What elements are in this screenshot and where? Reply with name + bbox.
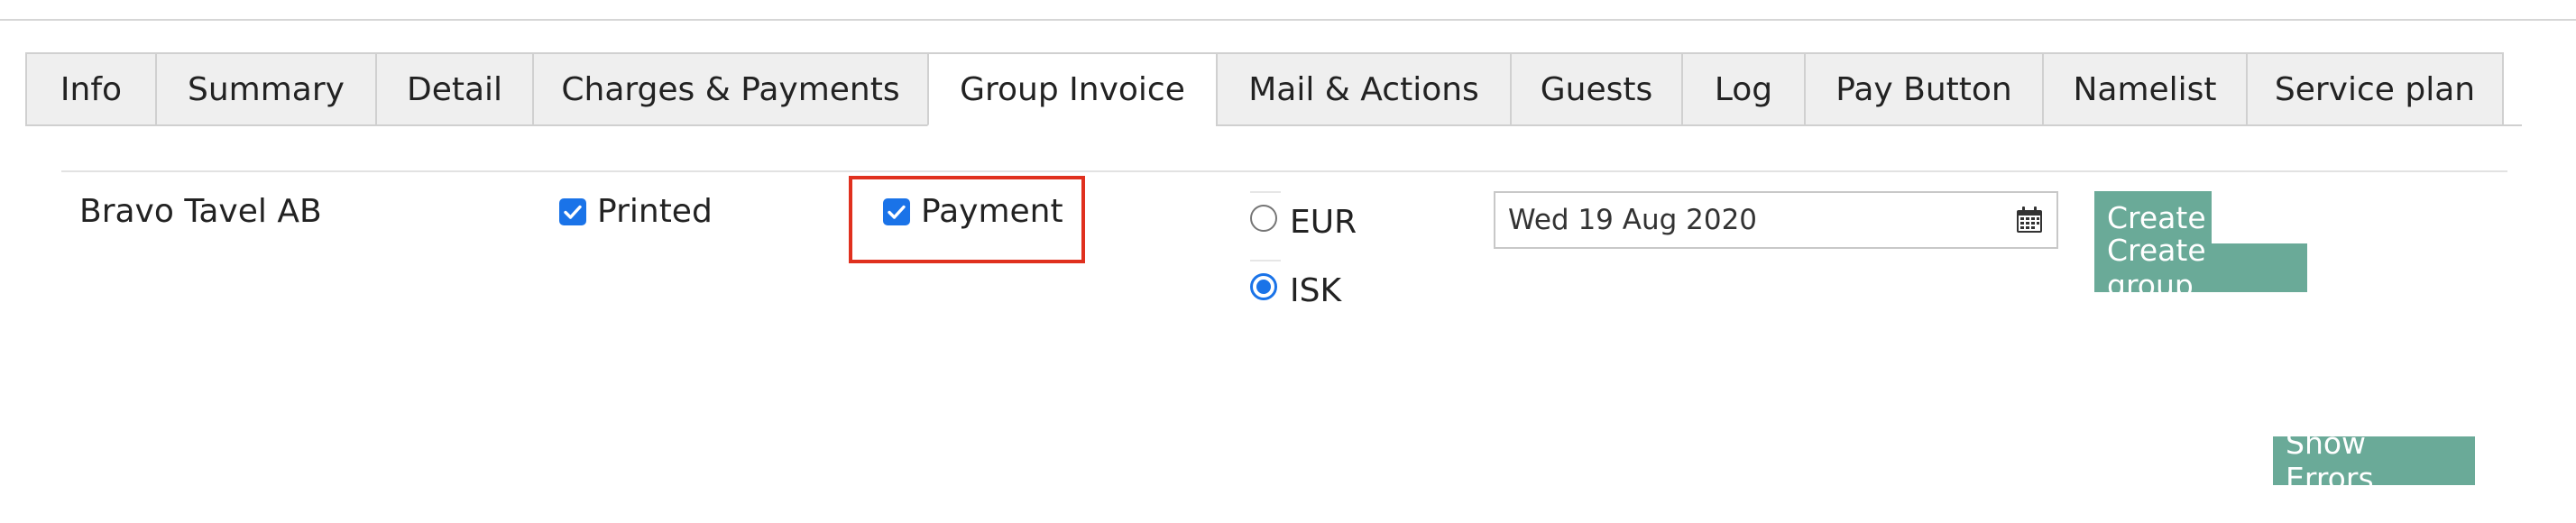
- tab-label: Summary: [188, 70, 345, 108]
- tab-group-invoice[interactable]: Group Invoice: [927, 52, 1216, 126]
- currency-label-eur: EUR: [1290, 204, 1357, 241]
- currency-radio-isk[interactable]: ISK: [1250, 272, 1341, 309]
- invoice-date-input[interactable]: Wed 19 Aug 2020: [1494, 191, 2058, 249]
- tab-label: Info: [60, 70, 123, 108]
- tab-pay-button[interactable]: Pay Button: [1804, 52, 2042, 126]
- tab-label: Pay Button: [1835, 70, 2012, 108]
- tab-detail[interactable]: Detail: [375, 52, 532, 126]
- currency-label-isk: ISK: [1290, 272, 1342, 309]
- printed-checkbox[interactable]: Printed: [559, 193, 713, 230]
- tab-label: Mail & Actions: [1248, 70, 1479, 108]
- tab-info[interactable]: Info: [25, 52, 155, 126]
- calendar-icon[interactable]: [2015, 206, 2044, 234]
- top-divider: [0, 19, 2576, 21]
- tab-label: Detail: [406, 70, 503, 108]
- radio-checked-icon[interactable]: [1250, 273, 1277, 300]
- tab-service-plan[interactable]: Service plan: [2246, 52, 2504, 126]
- tab-bar: Info Summary Detail Charges & Payments G…: [25, 52, 2504, 126]
- check-icon[interactable]: [559, 197, 586, 225]
- show-errors-button[interactable]: Show Errors: [2273, 426, 2475, 496]
- tab-charges-payments[interactable]: Charges & Payments: [532, 52, 927, 126]
- tab-label: Service plan: [2274, 70, 2476, 108]
- tab-label: Namelist: [2073, 70, 2217, 108]
- tab-summary[interactable]: Summary: [155, 52, 375, 126]
- radio-separator: [1250, 191, 1281, 193]
- tab-label: Log: [1714, 70, 1773, 108]
- content-divider: [61, 170, 2507, 172]
- tab-label: Charges & Payments: [561, 70, 900, 108]
- tab-guests[interactable]: Guests: [1510, 52, 1681, 126]
- printed-label: Printed: [597, 193, 713, 230]
- radio-separator: [1250, 260, 1281, 262]
- tab-bar-baseline: [2504, 124, 2522, 126]
- currency-radio-eur[interactable]: EUR: [1250, 204, 1357, 241]
- tab-label: Guests: [1540, 70, 1653, 108]
- create-group-button-label: Create group: [2107, 233, 2206, 303]
- tab-mail-actions[interactable]: Mail & Actions: [1216, 52, 1510, 126]
- tab-label: Group Invoice: [960, 70, 1185, 108]
- tab-log[interactable]: Log: [1681, 52, 1804, 126]
- tab-namelist[interactable]: Namelist: [2042, 52, 2246, 126]
- create-button-label: Create: [2107, 199, 2206, 235]
- show-errors-button-label: Show Errors: [2286, 426, 2374, 496]
- company-name: Bravo Tavel AB: [79, 193, 322, 230]
- date-value: Wed 19 Aug 2020: [1508, 204, 1758, 236]
- radio-unchecked-icon[interactable]: [1250, 205, 1277, 232]
- payment-highlight-box: [849, 176, 1085, 263]
- create-group-button[interactable]: Create group: [2094, 233, 2307, 303]
